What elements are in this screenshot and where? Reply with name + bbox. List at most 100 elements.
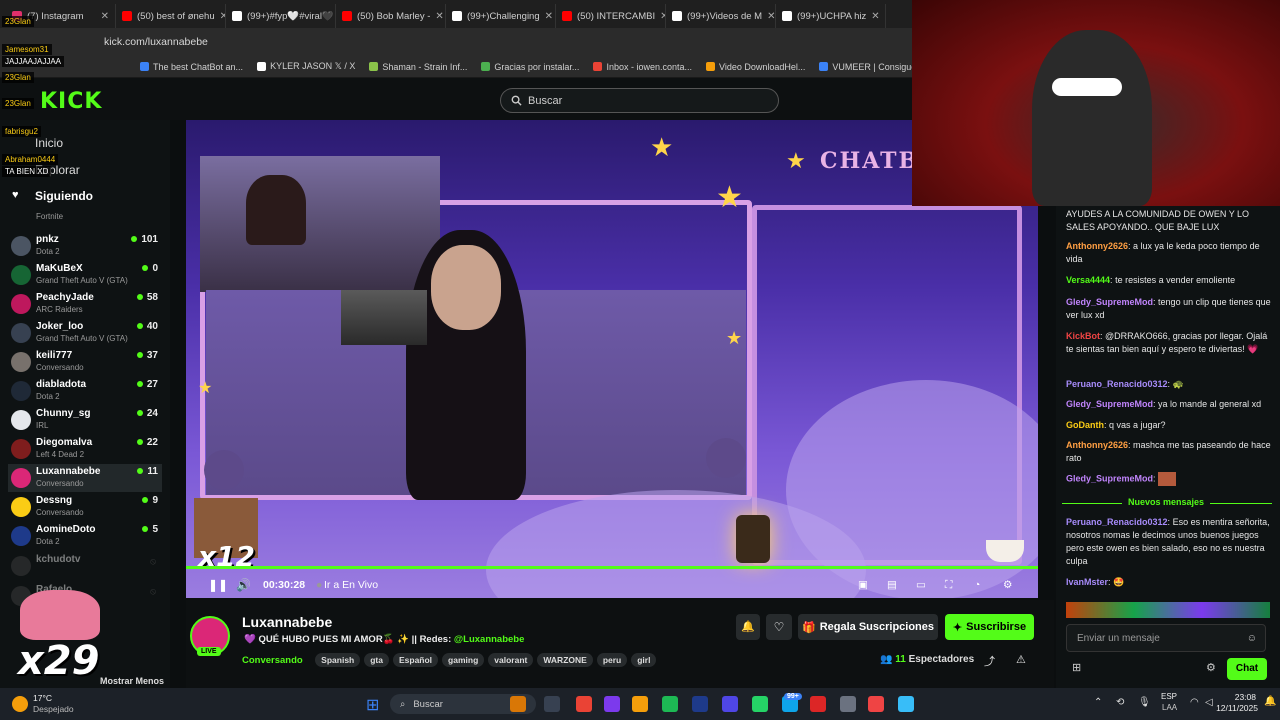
bookmark-item[interactable]: Video DownloadHel... (706, 62, 805, 72)
chat-message[interactable]: Anthonny2626: a lux ya le keda poco tiem… (1066, 240, 1271, 266)
bell-icon[interactable]: 🔔 (736, 614, 760, 640)
speed-icon[interactable]: ◔ (974, 579, 980, 591)
chat-username[interactable]: IvanMster (1066, 577, 1108, 587)
chat-message[interactable]: Anthonny2626: mashca me tas paseando de … (1066, 439, 1271, 465)
stream-tag[interactable]: peru (596, 653, 628, 667)
sidebar-channel-chunny_sg[interactable]: Chunny_sg IRL 24 (8, 406, 162, 434)
sidebar-channel-aominedoto[interactable]: AomineDoto Dota 2 5 (8, 522, 162, 550)
task-view-icon[interactable] (544, 696, 560, 712)
chat-message[interactable]: IvanMster: 🤩 (1066, 576, 1271, 589)
emoji-icon[interactable]: ☺ (1247, 632, 1257, 645)
chat-message[interactable]: Peruano_Renacido0312: Eso es mentira señ… (1066, 516, 1271, 568)
chat-username[interactable]: KickBot (1066, 331, 1100, 341)
chat-username[interactable]: Gledy_SupremeMod (1066, 297, 1153, 307)
report-icon[interactable]: ⚠ (1016, 653, 1026, 666)
volume-icon[interactable]: 🔊 (236, 578, 251, 592)
app-icon[interactable] (868, 696, 884, 712)
category-link[interactable]: Conversando (242, 655, 303, 666)
heart-follow-button[interactable]: ♡ (766, 614, 792, 640)
sidebar-channel-keili777[interactable]: keili777 Conversando 37 (8, 348, 162, 376)
obs-icon[interactable] (810, 696, 826, 712)
go-live-button[interactable]: Ir a En Vivo (324, 579, 378, 591)
chevron-up-icon[interactable]: ⌃ (1094, 697, 1102, 708)
chat-message[interactable]: Gledy_SupremeMod: tengo un clip que tien… (1066, 296, 1271, 322)
subscribe-button[interactable]: ✦ Suscribirse (945, 614, 1034, 640)
bookmark-item[interactable]: Inbox - iowen.conta... (593, 62, 692, 72)
stream-tag[interactable]: gta (364, 653, 389, 667)
browser-tab[interactable]: (99+)UCHPA hiz ✕ (776, 4, 886, 28)
browser-tab[interactable]: (50) best of ønehu✕ (116, 4, 226, 28)
show-less-button[interactable]: Mostrar Menos (100, 676, 164, 686)
spotify-icon[interactable] (662, 696, 678, 712)
bookmark-item[interactable]: Shaman - Strain Inf... (369, 62, 467, 72)
teams-icon[interactable] (722, 696, 738, 712)
chat-message[interactable]: Gledy_SupremeMod: ya lo mande al general… (1066, 398, 1271, 411)
browser-tab[interactable]: (99+)Challenging ✕ (446, 4, 556, 28)
browser-tab[interactable]: (99+)Videos de M ✕ (666, 4, 776, 28)
streamer-name[interactable]: Luxannabebe (242, 614, 332, 630)
premiere-icon[interactable] (692, 696, 708, 712)
chat-message[interactable]: Gledy_SupremeMod: (1066, 472, 1271, 486)
chat-username[interactable]: Peruano_Renacido0312 (1066, 379, 1168, 389)
fullscreen-icon[interactable]: ⛶ (945, 579, 952, 592)
file-explorer-icon[interactable] (632, 696, 648, 712)
chat-message[interactable]: GoDanth: q vas a jugar? (1066, 419, 1271, 432)
stream-tag[interactable]: girl (631, 653, 657, 667)
url-text[interactable]: kick.com/luxannabebe (104, 36, 208, 48)
clock-time[interactable]: 23:08 (1220, 692, 1256, 702)
social-link[interactable]: @Luxannabebe (454, 634, 525, 645)
chat-username[interactable]: Anthonny2626 (1066, 241, 1128, 251)
sidebar-channel-dessng[interactable]: Dessng Conversando 9 (8, 493, 162, 521)
sidebar-channel-pnkz[interactable]: pnkz Dota 2 101 (8, 232, 162, 260)
whatsapp-icon[interactable] (752, 696, 768, 712)
chat-send-button[interactable]: Chat (1227, 658, 1267, 680)
stream-tag[interactable]: Español (392, 653, 439, 667)
wifi-icon[interactable]: ◠ (1190, 697, 1199, 708)
close-icon[interactable]: ✕ (101, 11, 109, 22)
kick-logo[interactable]: KICK (40, 89, 102, 114)
close-icon[interactable]: ✕ (767, 11, 775, 22)
gift-subs-button[interactable]: 🎁 Regala Suscripciones (798, 614, 938, 640)
bookmark-item[interactable]: The best ChatBot an... (140, 62, 243, 72)
bookmark-item[interactable]: Gracias por instalar... (481, 62, 579, 72)
share-icon[interactable]: ⤴ (984, 653, 995, 669)
sidebar-channel-peachyjade[interactable]: PeachyJade ARC Raiders 58 (8, 290, 162, 318)
app-icon[interactable] (898, 696, 914, 712)
stream-tag[interactable]: WARZONE (537, 653, 593, 667)
chat-username[interactable]: GoDanth (1066, 420, 1104, 430)
sidebar-channel-diegomalva[interactable]: Diegomalva Left 4 Dead 2 22 (8, 435, 162, 463)
sidebar-channel-diabladota[interactable]: diabladota Dota 2 27 (8, 377, 162, 405)
discord-icon[interactable] (604, 696, 620, 712)
video-player[interactable]: x12 CHATB ★ ★ ★ ★ ★ (186, 120, 1038, 598)
taskbar-app-icon[interactable] (510, 696, 526, 712)
chat-input[interactable]: Enviar un mensaje ☺ (1066, 624, 1266, 652)
progress-bar[interactable] (186, 566, 1038, 569)
settings-icon[interactable]: ⚙ (1206, 662, 1216, 675)
volume-icon[interactable]: ◁ (1205, 697, 1213, 708)
bell-icon[interactable]: 🔔 (1264, 696, 1276, 707)
pause-icon[interactable]: ❚❚ (208, 578, 228, 592)
browser-tab[interactable]: (50) Bob Marley - ✕ (336, 4, 446, 28)
chat-message[interactable]: KickBot: @DRRAKO666, gracias por llegar.… (1066, 330, 1271, 356)
nav-following[interactable]: Siguiendo (35, 189, 93, 203)
bookmark-item[interactable]: VUMEER | Consigue... (819, 62, 924, 72)
mic-icon[interactable]: 🎙 (1138, 697, 1151, 708)
bookmark-item[interactable]: KYLER JASON 𝕏 / X (257, 61, 355, 72)
windows-start-icon[interactable]: ⊞ (366, 695, 379, 715)
sync-icon[interactable]: ⟲ (1116, 697, 1124, 708)
settings-icon[interactable]: ⚙ (1003, 579, 1012, 591)
stream-tag[interactable]: Spanish (315, 653, 361, 667)
chrome-icon[interactable] (576, 696, 592, 712)
chat-username[interactable]: Gledy_SupremeMod (1066, 473, 1153, 483)
emote-strip[interactable] (1066, 602, 1270, 618)
language-code[interactable]: ESP (1161, 692, 1177, 701)
chat-username[interactable]: Versa4444 (1066, 275, 1110, 285)
sidebar-channel-joker_loo[interactable]: Joker_loo Grand Theft Auto V (GTA) 40 (8, 319, 162, 347)
chat-message[interactable]: Peruano_Renacido0312: 🐢 (1066, 378, 1271, 391)
close-icon[interactable]: ✕ (871, 11, 879, 22)
address-bar[interactable]: kick.com/luxannabebe (0, 28, 912, 56)
stream-tag[interactable]: valorant (488, 653, 534, 667)
browser-tab[interactable]: (99+)#fyp🤍#viral🖤✕ (226, 4, 336, 28)
gift-icon[interactable]: ⊞ (1072, 662, 1081, 675)
weather-temp[interactable]: 17°C (33, 693, 52, 703)
